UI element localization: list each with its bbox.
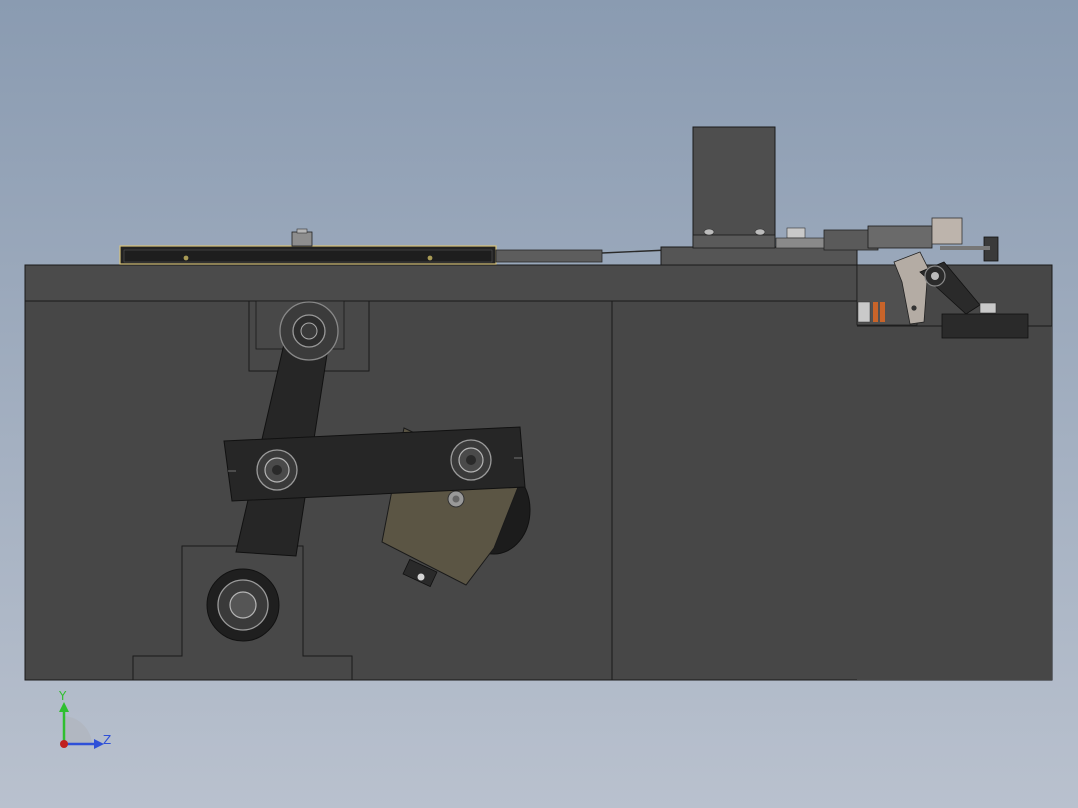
lever-pivot [911,305,917,311]
foot-block [941,313,1029,339]
motor-flange [692,234,776,249]
arm-roller-hub [931,272,939,280]
orange-spacer-1 [873,302,878,322]
triad-plane [64,716,92,744]
rail-extension [495,249,603,263]
y-axis-label: Y [58,689,67,703]
coordinate-triad: Y Z [58,689,111,749]
rail-inner [123,249,493,263]
flange-bolt-left [703,228,715,236]
lower-bearing-hub [229,591,257,619]
x-axis-dot-icon [60,740,68,748]
cam-set-screw-head [417,573,425,581]
top-plate [24,264,858,302]
cam-bolt-hub [452,495,460,503]
bar-bearing-left-hub [272,465,282,475]
orange-spacer-2 [880,302,885,322]
feeder-block [867,225,933,249]
block-post [786,227,806,239]
upper-bearing-hub [300,322,318,340]
y-axis-arrow-icon [59,702,69,712]
rail-knob-top [296,228,308,234]
cad-viewport[interactable]: Y Z [0,0,1078,808]
rail-knob [291,231,313,247]
right-housing-top [857,326,1052,680]
rail-screw-left [183,255,189,261]
rail-screw-right [427,255,433,261]
flange-bolt-right [754,228,766,236]
feeder-roller [931,217,963,245]
bar-bearing-right-hub [466,455,476,465]
z-axis-label: Z [103,733,111,747]
cylinder-body [775,237,829,249]
motor-block [660,126,879,266]
machine-assembly [24,126,1053,681]
foot-screw [979,302,997,314]
slide-rail [119,228,691,265]
gray-spacer [857,301,871,323]
